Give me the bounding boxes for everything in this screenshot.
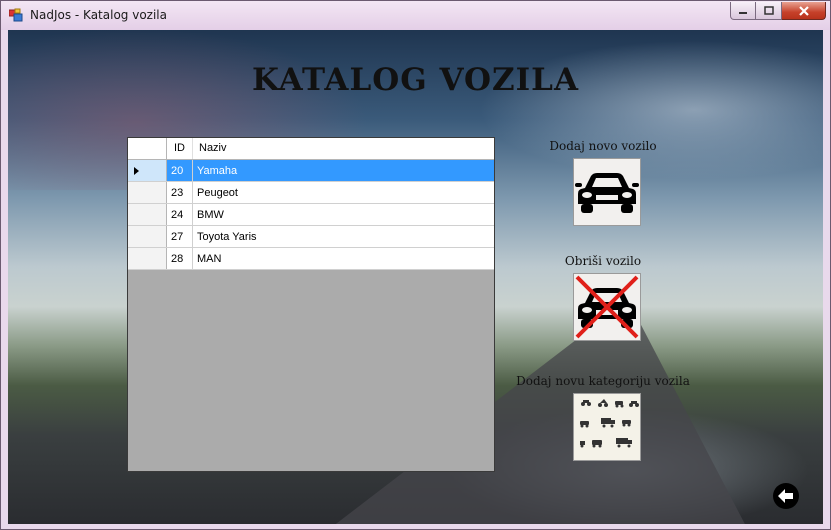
cell-id[interactable]: 27 (167, 226, 193, 247)
add-category-button[interactable] (573, 393, 641, 461)
table-row[interactable]: 23 Peugeot (128, 182, 494, 204)
vehicles-data-grid[interactable]: ID Naziv 20 Yamaha 23 Peugeot 24 BMW 27 Toyota … (127, 137, 495, 472)
cell-naziv[interactable]: MAN (193, 248, 494, 269)
table-row[interactable]: 24 BMW (128, 204, 494, 226)
column-header-naziv[interactable]: Naziv (193, 138, 494, 159)
back-arrow-icon (773, 483, 799, 509)
cell-id[interactable]: 20 (167, 160, 193, 181)
cell-id[interactable]: 28 (167, 248, 193, 269)
title-bar[interactable]: NadJos - Katalog vozila (1, 1, 830, 30)
row-header[interactable] (128, 226, 167, 247)
current-row-arrow-icon (134, 167, 139, 175)
row-header[interactable] (128, 182, 167, 203)
row-header[interactable] (128, 248, 167, 269)
car-icon (575, 173, 639, 213)
table-row[interactable]: 20 Yamaha (128, 160, 494, 182)
vehicle-categories-icon (574, 394, 640, 460)
cell-id[interactable]: 24 (167, 204, 193, 225)
table-row[interactable]: 27 Toyota Yaris (128, 226, 494, 248)
cell-naziv[interactable]: BMW (193, 204, 494, 225)
cell-id[interactable]: 23 (167, 182, 193, 203)
cell-naziv[interactable]: Peugeot (193, 182, 494, 203)
row-header[interactable] (128, 204, 167, 225)
page-title: KATALOG VOZILA (251, 62, 580, 98)
car-crossed-icon (575, 275, 639, 339)
back-button[interactable] (772, 482, 800, 510)
window-title: NadJos - Katalog vozila (30, 8, 167, 22)
cell-naziv[interactable]: Toyota Yaris (193, 226, 494, 247)
delete-vehicle-label: Obriši vozilo (564, 254, 642, 268)
maximize-button[interactable] (756, 2, 782, 20)
row-header[interactable] (128, 160, 167, 181)
delete-vehicle-button[interactable] (573, 273, 641, 341)
app-window: NadJos - Katalog vozila KATALOG VOZILA I… (0, 0, 831, 530)
column-header-id[interactable]: ID (167, 138, 193, 159)
row-header-corner[interactable] (128, 138, 167, 159)
minimize-icon (739, 11, 747, 14)
form-client-area: KATALOG VOZILA ID Naziv 20 Yamaha 23 Peugeo… (8, 30, 823, 524)
table-row[interactable]: 28 MAN (128, 248, 494, 270)
close-button[interactable] (782, 2, 826, 20)
add-vehicle-label: Dodaj novo vozilo (549, 139, 657, 153)
close-icon (798, 5, 809, 16)
minimize-button[interactable] (730, 2, 756, 20)
add-category-label: Dodaj novu kategoriju vozila (516, 374, 690, 388)
cell-naziv[interactable]: Yamaha (193, 160, 494, 181)
maximize-icon (763, 6, 774, 15)
add-vehicle-button[interactable] (573, 158, 641, 226)
background-haze (478, 40, 823, 180)
app-icon (9, 8, 23, 22)
grid-header: ID Naziv (128, 138, 494, 160)
